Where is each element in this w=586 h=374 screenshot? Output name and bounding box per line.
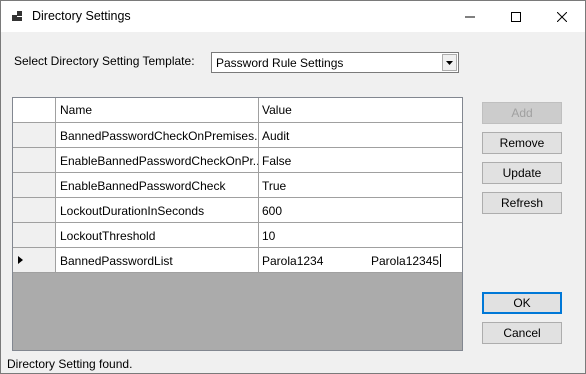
table-row[interactable]: EnableBannedPasswordCheckOnPr... False [13, 148, 462, 173]
row-header[interactable] [13, 123, 56, 148]
minimize-button[interactable] [447, 1, 493, 32]
window-title: Directory Settings [32, 9, 131, 23]
row-header[interactable] [13, 198, 56, 223]
close-button[interactable] [539, 1, 585, 32]
column-header-name[interactable]: Name [56, 98, 259, 123]
template-selected-value: Password Rule Settings [216, 56, 344, 70]
table-row-current[interactable]: BannedPasswordList Parola1234 Parola1234… [13, 248, 462, 273]
name-cell[interactable]: EnableBannedPasswordCheck [56, 173, 259, 198]
table-row[interactable]: EnableBannedPasswordCheck True [13, 173, 462, 198]
close-icon [557, 11, 567, 22]
row-header[interactable] [13, 223, 56, 248]
value-cell[interactable]: False [259, 148, 462, 173]
template-label: Select Directory Setting Template: [14, 54, 195, 68]
name-cell[interactable]: BannedPasswordCheckOnPremises... [56, 123, 259, 148]
status-text: Directory Setting found. [7, 357, 133, 371]
row-header-corner [13, 98, 56, 123]
column-header-value[interactable]: Value [259, 98, 462, 123]
table-row[interactable]: LockoutThreshold 10 [13, 223, 462, 248]
maximize-button[interactable] [493, 1, 539, 32]
name-cell[interactable]: EnableBannedPasswordCheckOnPr... [56, 148, 259, 173]
remove-button[interactable]: Remove [482, 132, 562, 154]
chevron-down-icon [446, 60, 453, 65]
refresh-button[interactable]: Refresh [482, 192, 562, 214]
maximize-icon [511, 11, 521, 22]
text-cursor [440, 254, 442, 267]
directory-settings-window: Directory Settings Select Directory Sett… [0, 0, 586, 374]
value-cell[interactable]: 10 [259, 223, 462, 248]
ok-button[interactable]: OK [482, 292, 562, 314]
current-row-arrow-icon [18, 256, 23, 264]
value-cell[interactable]: 600 [259, 198, 462, 223]
row-header[interactable] [13, 248, 56, 273]
cancel-button[interactable]: Cancel [482, 322, 562, 344]
name-cell[interactable]: BannedPasswordList [56, 248, 259, 273]
value-cell[interactable]: Audit [259, 123, 462, 148]
table-row[interactable]: LockoutDurationInSeconds 600 [13, 198, 462, 223]
settings-grid[interactable]: Name Value BannedPasswordCheckOnPremises… [12, 97, 463, 351]
row-header[interactable] [13, 173, 56, 198]
value-cell-editing[interactable]: Parola1234 Parola12345 [259, 248, 462, 273]
value-text: Parola1234 [262, 254, 324, 268]
row-header[interactable] [13, 148, 56, 173]
update-button[interactable]: Update [482, 162, 562, 184]
template-select[interactable]: Password Rule Settings [211, 52, 459, 73]
grid-header: Name Value [13, 98, 462, 123]
title-bar: Directory Settings [1, 1, 585, 32]
name-cell[interactable]: LockoutDurationInSeconds [56, 198, 259, 223]
dropdown-button[interactable] [442, 54, 457, 71]
value-text-2: Parola12345 [371, 254, 440, 268]
minimize-icon [465, 16, 475, 17]
app-icon [12, 11, 22, 21]
add-button[interactable]: Add [482, 102, 562, 124]
value-cell[interactable]: True [259, 173, 462, 198]
name-cell[interactable]: LockoutThreshold [56, 223, 259, 248]
table-row[interactable]: BannedPasswordCheckOnPremises... Audit [13, 123, 462, 148]
